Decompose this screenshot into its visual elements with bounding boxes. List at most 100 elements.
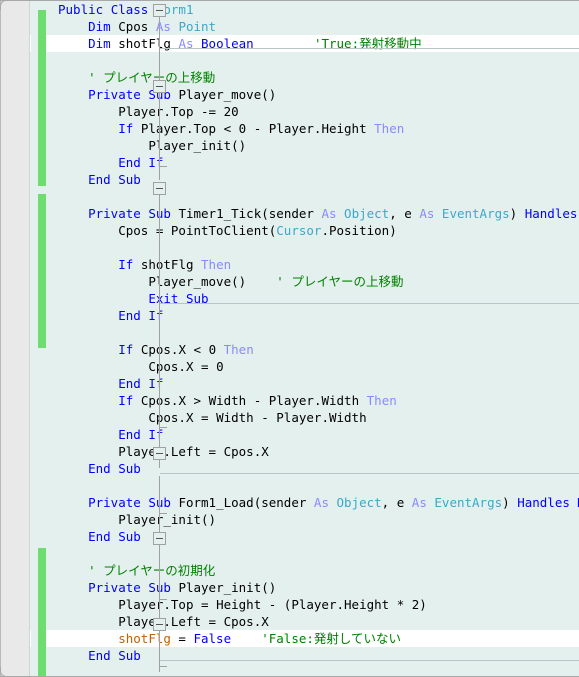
indicator-margin[interactable] (0, 0, 30, 677)
code-token: Timer1_Tick (178, 206, 262, 221)
code-token: Object (336, 495, 382, 510)
code-token: * (389, 597, 412, 612)
code-token: 0 (208, 342, 217, 357)
code-token: Height (321, 121, 367, 136)
code-token: 0 (216, 359, 224, 374)
code-token: . (178, 410, 186, 425)
collapse-expand-icon[interactable] (153, 618, 166, 631)
code-token: () (231, 274, 247, 289)
code-token: < (216, 121, 239, 136)
outlining-end-tick (159, 166, 167, 167)
code-token: Object (344, 206, 390, 221)
code-token: ( (261, 206, 269, 221)
code-token: Width (216, 410, 254, 425)
code-token: Top (170, 597, 194, 612)
code-token: , (389, 206, 405, 221)
code-token: 20 (223, 104, 239, 119)
code-token: As (411, 495, 427, 510)
code-token: Width (328, 410, 367, 425)
block-separator-line (160, 473, 579, 474)
code-token: As (313, 495, 329, 510)
code-token: Player_move (178, 87, 262, 102)
code-token: ) (502, 495, 518, 510)
window-top-edge (0, 0, 579, 1)
code-token: Position (328, 223, 390, 238)
outlining-end-tick (159, 666, 167, 667)
code-token: Player (268, 393, 314, 408)
outlining-guide-line (159, 188, 160, 468)
outlining-end-tick (159, 599, 167, 600)
block-separator-line (160, 48, 579, 49)
code-token: - ( (261, 597, 292, 612)
outlining-guide-line (159, 12, 160, 180)
code-token: Left (170, 614, 202, 629)
collapse-expand-icon[interactable] (153, 182, 166, 195)
collapse-expand-icon[interactable] (153, 447, 166, 460)
code-token: Then (374, 121, 405, 136)
code-token: Handles (517, 495, 570, 510)
code-token: > (185, 393, 209, 408)
code-token: X (178, 393, 186, 408)
code-token: ) (509, 206, 525, 221)
code-token: = (170, 631, 194, 646)
code-editor[interactable]: Public Class Form1 Dim Cpos As Point Dim… (0, 0, 579, 677)
code-token: Top (193, 121, 217, 136)
code-token: Player_init (148, 138, 232, 153)
collapse-expand-icon[interactable] (153, 80, 166, 93)
code-token: Width (321, 393, 360, 408)
outlining-end-tick (159, 513, 167, 514)
collapse-expand-icon[interactable] (153, 532, 166, 545)
code-token: Player (291, 597, 337, 612)
code-token: sender (261, 495, 307, 510)
code-token: = (201, 614, 224, 629)
code-token: e (404, 206, 412, 221)
code-token: Then (223, 342, 254, 357)
code-token: () (261, 87, 277, 102)
collapse-expand-icon[interactable] (153, 4, 166, 17)
code-token: Height (216, 597, 262, 612)
outlining-margin[interactable] (46, 0, 167, 677)
code-token: Form1_Load (178, 495, 254, 510)
code-token: = (201, 444, 224, 459)
code-token: - (253, 410, 277, 425)
code-token: < (185, 342, 209, 357)
selection-margin[interactable] (31, 0, 38, 677)
block-separator-line (160, 660, 579, 661)
change-tracking-bar (38, 10, 46, 186)
code-token: X (261, 614, 269, 629)
change-tracking-bar (38, 194, 46, 348)
code-token: ' プレイヤーの上移動 (276, 274, 404, 289)
code-token: = (193, 410, 217, 425)
outlining-end-tick (159, 427, 167, 428)
code-token: Player (276, 410, 322, 425)
code-token: = (193, 359, 217, 374)
code-token: X (261, 444, 269, 459)
code-token: sender (268, 206, 314, 221)
code-token: Player (268, 121, 314, 136)
code-token: Left (170, 444, 202, 459)
code-token: Top (170, 104, 194, 119)
code-token: ) (419, 597, 427, 612)
code-token: Then (201, 257, 232, 272)
change-tracking-margin (38, 0, 46, 677)
code-token: Cpos (223, 614, 254, 629)
code-token: As (419, 206, 435, 221)
code-token: - (246, 121, 269, 136)
outlining-guide-line (159, 476, 160, 672)
code-token: Width (208, 393, 247, 408)
code-token: . (321, 410, 329, 425)
code-token: () (201, 512, 217, 527)
window-corner-top-left (0, 0, 10, 10)
code-token: . (336, 597, 345, 612)
code-token: = (193, 597, 217, 612)
code-token: . (178, 359, 186, 374)
